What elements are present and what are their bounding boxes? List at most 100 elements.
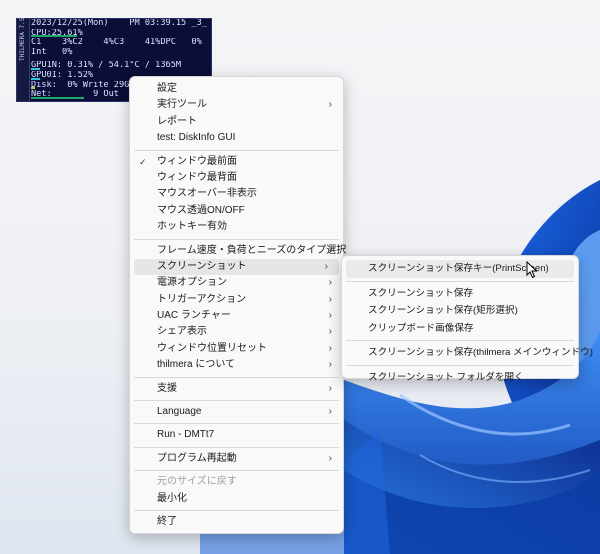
menu-item-label: 実行ツール <box>157 99 207 111</box>
menu-item-label: 元のサイズに戻す <box>157 476 237 488</box>
menu-separator <box>134 376 339 378</box>
menu-item[interactable]: 設定 <box>130 81 343 97</box>
menu-item-label: スクリーンショット保存(矩形選択) <box>368 305 518 316</box>
chevron-right-icon: › <box>328 310 332 322</box>
monitor-text: Net: 9 Out <box>31 90 119 100</box>
menu-item-label: ホットキー有効 <box>157 221 227 233</box>
menu-separator <box>346 280 574 282</box>
monitor-text: CPU:25.61% <box>31 28 83 38</box>
menu-item-label: Language <box>157 406 202 418</box>
menu-separator <box>346 364 574 366</box>
menu-separator <box>346 340 574 341</box>
chevron-right-icon: › <box>324 260 328 272</box>
menu-item-label: 最小化 <box>157 492 187 504</box>
menu-item-label: シェア表示 <box>157 326 207 338</box>
menu-item[interactable]: シェア表示 › <box>130 324 343 340</box>
menu-item[interactable]: ホットキー有効 <box>130 219 343 235</box>
menu-item-label: マウスオーバー非表示 <box>157 188 257 200</box>
context-menu[interactable]: 設定 実行ツール › レポート test: DiskInfo GUI ✓ ウィンドウ最前面ウ… <box>129 76 347 534</box>
checkmark-icon: ✓ <box>139 156 147 167</box>
monitor-side-label: THILMERA 7.5 <box>17 18 30 101</box>
menu-separator <box>134 149 339 151</box>
menu-item-label: ウィンドウ最前面 <box>157 155 237 167</box>
monitor-text: Int 0% <box>31 47 73 57</box>
monitor-text: 2023/12/25(Mon) PM 03:39.15 _3_ <box>31 19 207 28</box>
chevron-right-icon: › <box>328 452 332 464</box>
monitor-row: 2023/12/25(Mon) PM 03:39.15 _3_ <box>31 19 209 29</box>
menu-item[interactable]: トリガーアクション › <box>130 292 343 308</box>
menu-item[interactable]: test: DiskInfo GUI <box>130 130 343 146</box>
menu-item-label: マウス透過ON/OFF <box>157 204 245 216</box>
menu-item-label: 終了 <box>157 515 177 527</box>
chevron-right-icon: › <box>328 277 332 289</box>
menu-item[interactable]: レポート <box>130 114 343 130</box>
menu-item-label: スクリーンショット保存(thilmera メインウィンドウ) <box>368 347 593 358</box>
menu-item-label: フレーム速度・負荷とニーズのタイプ選択 <box>157 244 347 256</box>
menu-item-label: ウィンドウ位置リセット <box>157 342 267 354</box>
menu-item[interactable]: ウィンドウ最背面 <box>130 170 343 186</box>
menu-item[interactable]: マウス透過ON/OFF <box>130 203 343 219</box>
menu-item[interactable]: スクリーンショット フォルダを開く <box>342 369 578 387</box>
chevron-right-icon: › <box>328 99 332 111</box>
menu-item-label: プログラム再起動 <box>157 452 237 464</box>
mouse-pointer-icon <box>526 261 538 279</box>
menu-item-label: thilmera について <box>157 359 236 371</box>
menu-item-label: スクリーンショット保存キー(PrintScreen) <box>368 263 549 274</box>
menu-separator <box>134 423 339 425</box>
menu-item-label: 設定 <box>157 83 177 94</box>
monitor-row: CPU:25.61% <box>31 29 209 39</box>
menu-item-label: test: DiskInfo GUI <box>157 132 236 144</box>
menu-separator <box>134 446 339 448</box>
menu-item-label: UAC ランチャー <box>157 310 231 322</box>
menu-item-label: スクリーンショット <box>157 260 247 272</box>
menu-item[interactable]: 電源オプション › <box>130 275 343 291</box>
chevron-right-icon: › <box>328 326 332 338</box>
monitor-row: GPU1N: 0.31% / 54.1°C / 1365M <box>31 61 209 71</box>
chevron-right-icon: › <box>328 293 332 305</box>
menu-item[interactable]: UAC ランチャー › <box>130 308 343 324</box>
menu-item[interactable]: 最小化 <box>130 491 343 507</box>
menu-item[interactable]: スクリーンショット保存 <box>342 285 578 303</box>
monitor-row: C1 3%C2 4%C3 41%DPC 0% <box>31 38 209 48</box>
menu-item: 元のサイズに戻す <box>130 474 343 490</box>
menu-item[interactable]: スクリーンショット › <box>134 258 339 276</box>
chevron-right-icon: › <box>328 359 332 371</box>
screenshot-submenu[interactable]: スクリーンショット保存キー(PrintScreen) スクリーンショット保存スクリ… <box>341 255 593 383</box>
menu-item-label: 支援 <box>157 382 177 394</box>
chevron-right-icon: › <box>328 342 332 354</box>
menu-item[interactable]: フレーム速度・負荷とニーズのタイプ選択 › <box>130 243 347 259</box>
menu-separator <box>134 238 339 240</box>
menu-separator <box>134 470 339 472</box>
menu-item[interactable]: 終了 <box>130 514 343 530</box>
chevron-right-icon: › <box>328 382 332 394</box>
menu-item[interactable]: thilmera について › <box>130 357 343 373</box>
menu-item-label: スクリーンショット フォルダを開く <box>368 371 524 383</box>
menu-separator <box>134 400 339 402</box>
monitor-row: Int 0% <box>31 48 209 58</box>
menu-item[interactable]: マウスオーバー非表示 <box>130 186 343 202</box>
menu-item[interactable]: Run - DMTt7 <box>130 427 343 443</box>
chevron-right-icon: › <box>328 406 332 418</box>
menu-item[interactable]: スクリーンショット保存(thilmera メインウィンドウ) <box>342 344 593 362</box>
menu-item-label: 電源オプション <box>157 277 227 289</box>
menu-item[interactable]: プログラム再起動 › <box>130 451 343 467</box>
menu-item-label: Run - DMTt7 <box>157 429 215 441</box>
menu-item[interactable]: スクリーンショット保存(矩形選択) <box>342 302 578 320</box>
menu-item[interactable]: クリップボード画像保存 <box>342 320 578 338</box>
monitor-text: Disk: 0% Write 29G <box>31 80 130 90</box>
menu-separator <box>134 509 339 511</box>
menu-item[interactable]: 実行ツール › <box>130 97 343 113</box>
menu-item-label: トリガーアクション <box>157 293 247 305</box>
monitor-text: C1 3%C2 4%C3 41%DPC 0% <box>31 38 202 48</box>
menu-item[interactable]: ウィンドウ位置リセット › <box>130 341 343 357</box>
menu-item[interactable]: 支援 › <box>130 381 343 397</box>
menu-item-label: ウィンドウ最背面 <box>157 171 237 183</box>
menu-item-label: スクリーンショット保存 <box>368 287 474 299</box>
monitor-text: GPU1N: 0.31% / 54.1°C / 1365M <box>31 61 182 71</box>
menu-item-label: レポート <box>157 115 197 127</box>
chevron-right-icon: › <box>328 244 332 256</box>
menu-item-label: クリップボード画像保存 <box>368 322 474 334</box>
menu-item[interactable]: ✓ ウィンドウ最前面 <box>130 154 343 170</box>
menu-item[interactable]: Language › <box>130 404 343 420</box>
monitor-text: GPU0I: 1.52% <box>31 70 94 80</box>
